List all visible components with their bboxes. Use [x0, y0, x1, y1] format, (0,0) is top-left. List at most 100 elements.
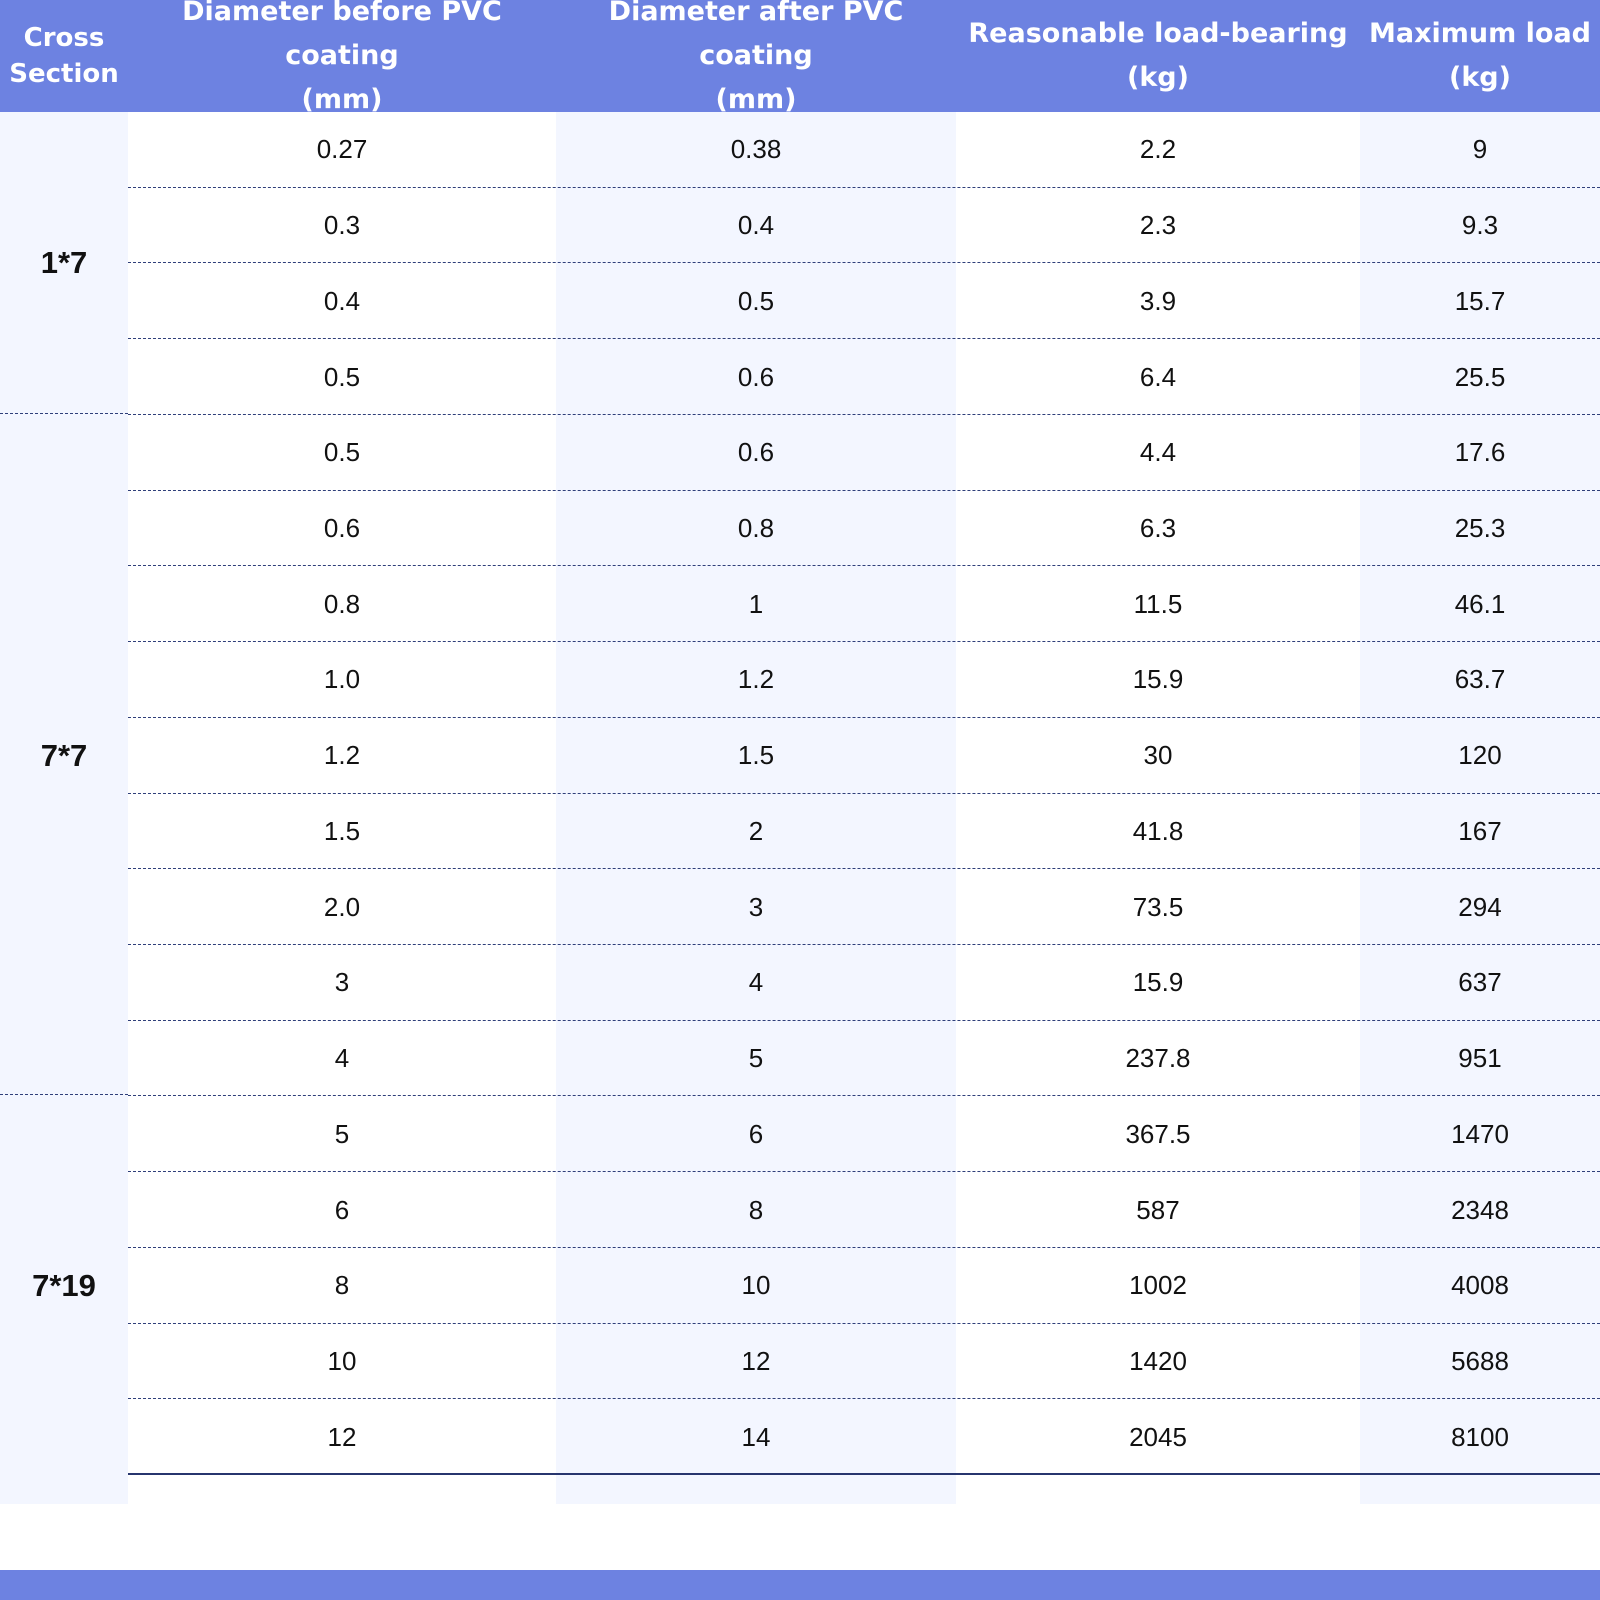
table-row: 6 8 587 2348	[128, 1172, 1600, 1248]
cell-reasonable-load: 73.5	[1132, 891, 1184, 922]
cell-diameter-after: 0.5	[737, 285, 775, 316]
cell-reasonable-load: 11.5	[1133, 588, 1183, 619]
cell-reasonable-load: 237.8	[1125, 1043, 1191, 1074]
cell-maximum-load: 15.7	[1454, 285, 1506, 316]
cell-maximum-load: 120	[1458, 740, 1502, 771]
cell-diameter-before: 1.2	[323, 740, 361, 771]
cell-maximum-load: 8100	[1451, 1421, 1509, 1452]
table-row: 0.8 1 11.5 46.1	[128, 566, 1600, 643]
cell-reasonable-load: 1002	[1129, 1270, 1187, 1301]
cell-diameter-before: 0.3	[323, 210, 361, 241]
cell-reasonable-load: 2.2	[1139, 134, 1177, 165]
cell-diameter-after: 0.6	[737, 361, 775, 392]
cell-diameter-after: 6	[748, 1118, 764, 1149]
cell-diameter-before: 0.4	[323, 285, 361, 316]
cell-diameter-before: 12	[327, 1421, 357, 1452]
table-row: 0.5 0.6 6.4 25.5	[128, 339, 1600, 415]
table-row: 0.6 0.8 6.3 25.3	[128, 491, 1600, 567]
header-diameter-before: Diameter before PVC coating (mm)	[182, 0, 502, 115]
cell-diameter-before: 3	[334, 967, 350, 998]
cross-section-label: 7*7	[0, 415, 128, 1097]
cell-diameter-after: 1.2	[737, 664, 775, 695]
cross-section-text: 1*7	[40, 245, 88, 281]
table-row: 4 5 237.8 951	[128, 1021, 1600, 1097]
cell-diameter-before: 0.6	[323, 513, 361, 543]
table-row: 12 14 2045 8100	[128, 1399, 1600, 1476]
cell-reasonable-load: 6.3	[1139, 513, 1177, 543]
cell-maximum-load: 1470	[1451, 1118, 1509, 1149]
cell-reasonable-load: 3.9	[1139, 285, 1177, 316]
cell-diameter-after: 0.8	[737, 513, 775, 543]
cell-diameter-after: 12	[741, 1346, 771, 1377]
table-row: 5 6 367.5 1470	[128, 1096, 1600, 1173]
cell-diameter-after: 4	[748, 967, 764, 998]
cell-maximum-load: 951	[1458, 1043, 1502, 1074]
cell-reasonable-load: 2.3	[1139, 210, 1177, 241]
table-row: 10 12 1420 5688	[128, 1324, 1600, 1400]
cell-diameter-before: 0.8	[323, 588, 361, 619]
cell-diameter-before: 0.5	[323, 437, 361, 468]
cell-diameter-after: 0.6	[737, 437, 775, 468]
cell-diameter-before: 0.27	[316, 134, 368, 165]
cell-maximum-load: 5688	[1451, 1346, 1509, 1377]
cross-section-label: 7*19	[0, 1096, 128, 1475]
cell-diameter-before: 4	[334, 1043, 350, 1074]
cell-diameter-after: 0.38	[730, 134, 782, 165]
cell-diameter-before: 0.5	[323, 361, 361, 392]
cell-diameter-before: 1.0	[323, 664, 361, 695]
cell-maximum-load: 17.6	[1454, 437, 1506, 468]
group-divider	[0, 412, 128, 414]
cell-reasonable-load: 41.8	[1132, 815, 1184, 846]
cell-diameter-after: 1.5	[737, 740, 775, 771]
cell-reasonable-load: 367.5	[1125, 1118, 1191, 1149]
cell-diameter-after: 10	[741, 1270, 771, 1301]
table-row: 1.0 1.2 15.9 63.7	[128, 642, 1600, 718]
table-row: 0.4 0.5 3.9 15.7	[128, 263, 1600, 340]
cell-maximum-load: 25.5	[1454, 361, 1506, 392]
table-row: 8 10 1002 4008	[128, 1248, 1600, 1324]
cell-diameter-before: 8	[334, 1270, 350, 1301]
cell-reasonable-load: 587	[1136, 1194, 1180, 1225]
cross-section-label: 1*7	[0, 112, 128, 415]
cell-diameter-after: 8	[748, 1194, 764, 1225]
table-row: 3 4 15.9 637	[128, 945, 1600, 1021]
header-diameter-after: Diameter after PVC coating (mm)	[608, 0, 904, 115]
cell-maximum-load: 25.3	[1454, 513, 1506, 543]
cell-maximum-load: 167	[1458, 815, 1502, 846]
cell-maximum-load: 9.3	[1461, 210, 1499, 241]
header-reasonable-load: Reasonable load-bearing (kg)	[968, 18, 1348, 93]
cell-reasonable-load: 15.9	[1132, 664, 1184, 695]
cell-maximum-load: 4008	[1451, 1270, 1509, 1301]
table-row: 2.0 3 73.5 294	[128, 869, 1600, 946]
header-cross-section: Cross Section	[9, 23, 119, 89]
cell-diameter-after: 0.4	[737, 210, 775, 241]
cell-maximum-load: 294	[1458, 891, 1502, 922]
cross-section-text: 7*7	[40, 737, 88, 773]
cell-maximum-load: 2348	[1451, 1194, 1509, 1225]
cell-diameter-after: 2	[748, 815, 764, 846]
cell-diameter-after: 14	[741, 1421, 771, 1452]
cell-maximum-load: 46.1	[1454, 588, 1506, 619]
cell-diameter-before: 2.0	[323, 891, 361, 922]
table-header: Cross Section Diameter before PVC coatin…	[0, 0, 1600, 115]
cell-reasonable-load: 30	[1143, 740, 1173, 771]
group-divider	[0, 1094, 128, 1096]
cross-section-text: 7*19	[32, 1267, 96, 1303]
cell-diameter-before: 10	[327, 1346, 357, 1377]
table-row: 0.5 0.6 4.4 17.6	[128, 415, 1600, 491]
cell-diameter-after: 1	[748, 588, 764, 619]
cell-diameter-before: 5	[334, 1118, 350, 1149]
table-row: 0.27 0.38 2.2 9	[128, 112, 1600, 188]
footer-bar	[0, 1570, 1600, 1600]
table-row: 0.3 0.4 2.3 9.3	[128, 188, 1600, 264]
cell-maximum-load: 9	[1472, 134, 1488, 165]
cell-diameter-before: 6	[334, 1194, 350, 1225]
table-row: 1.2 1.5 30 120	[128, 718, 1600, 794]
cell-reasonable-load: 6.4	[1139, 361, 1177, 392]
cell-diameter-after: 5	[748, 1043, 764, 1074]
table-row: 1.5 2 41.8 167	[128, 794, 1600, 870]
cell-diameter-after: 3	[748, 891, 764, 922]
cell-reasonable-load: 15.9	[1132, 967, 1184, 998]
cell-diameter-before: 1.5	[323, 815, 361, 846]
cell-maximum-load: 637	[1458, 967, 1502, 998]
